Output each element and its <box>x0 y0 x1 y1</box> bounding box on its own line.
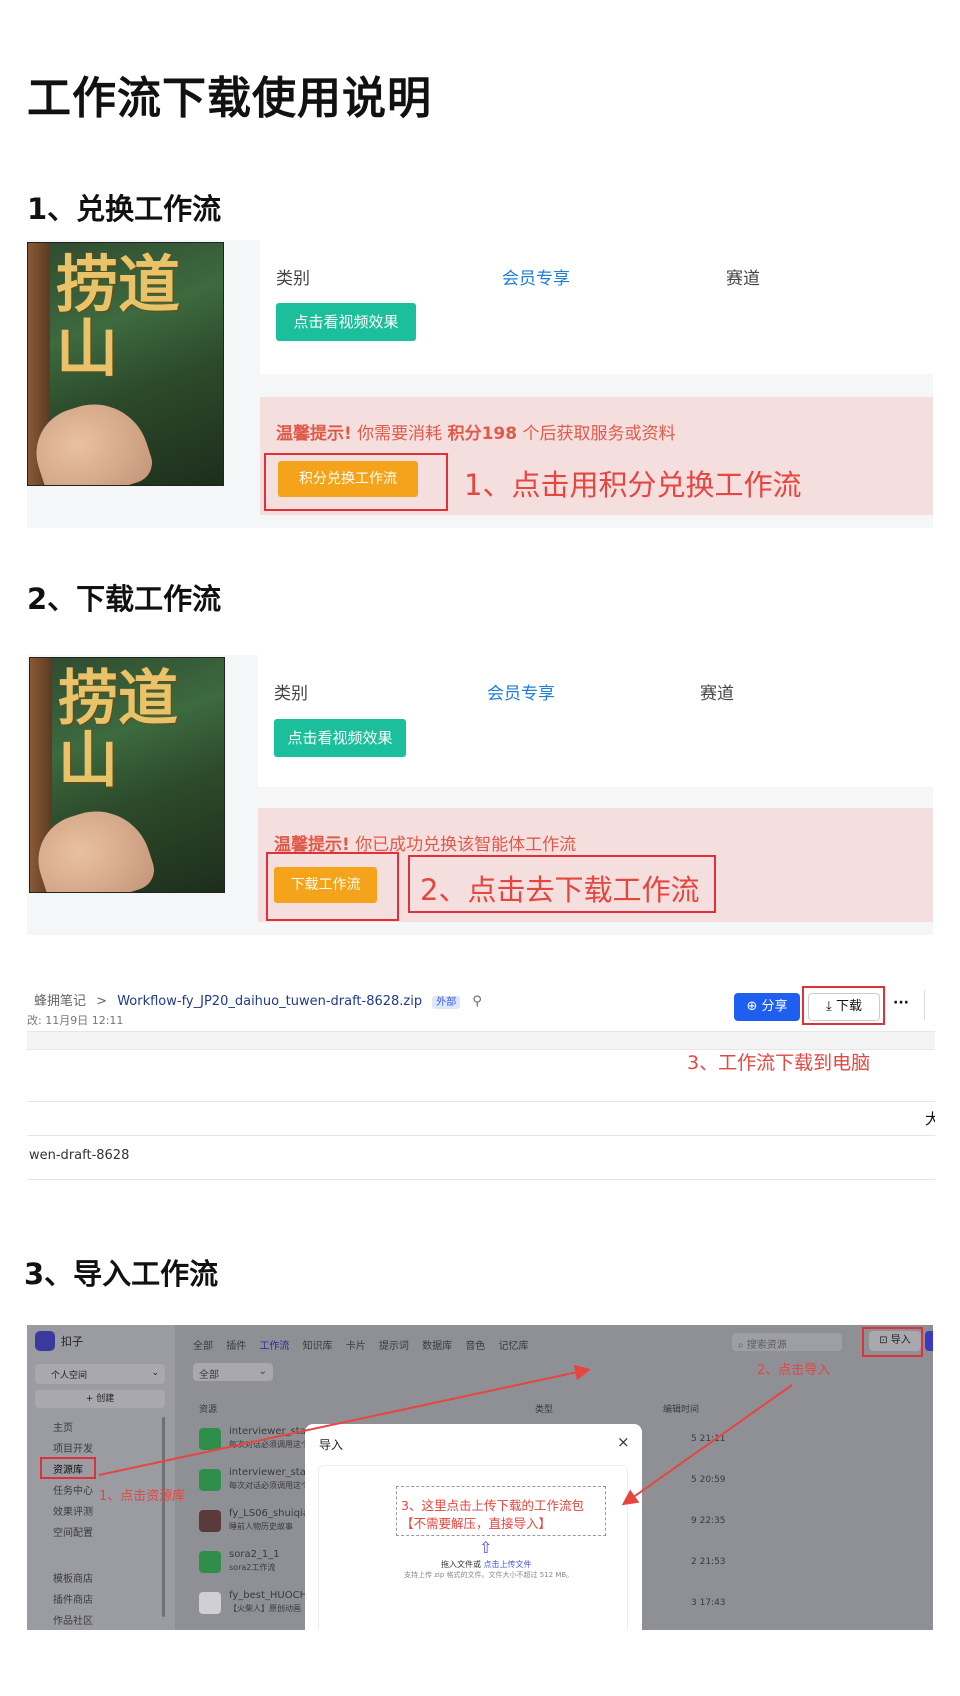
page-title: 工作流下载使用说明 <box>27 73 432 124</box>
highlight-box-download <box>266 852 399 921</box>
file-row-name[interactable]: wen-draft-8628 <box>29 1148 129 1163</box>
breadcrumb-separator: > <box>96 994 108 1009</box>
watch-video-button-2[interactable]: 点击看视频效果 <box>274 719 406 757</box>
section-title-exchange: 1、兑换工作流 <box>27 192 222 226</box>
annotation-exchange: 1、点击用积分兑换工作流 <box>464 468 802 502</box>
annotation-arrows <box>98 1364 793 1506</box>
arrow-library-to-import <box>98 1364 591 1476</box>
tip-text: 温馨提示! 你需要消耗 积分198 个后获取服务或资料 <box>276 424 676 444</box>
breadcrumb: 蜂拥笔记 > Workflow-fy_JP20_daihuo_tuwen-dra… <box>34 990 482 1009</box>
arrow-import-to-upload <box>621 1384 793 1506</box>
product-info-panel: 类别 会员专享 赛道 点击看视频效果 <box>260 240 933 374</box>
book-cover-image: 捞道山 <box>27 242 224 486</box>
watch-video-button[interactable]: 点击看视频效果 <box>276 303 416 341</box>
file-bar-screenshot: 蜂拥笔记 > Workflow-fy_JP20_daihuo_tuwen-dra… <box>27 980 935 1180</box>
file-name: Workflow-fy_JP20_daihuo_tuwen-draft-8628… <box>117 994 423 1009</box>
modified-time: 改: 11月9日 12:11 <box>27 1014 124 1027</box>
coze-app-screenshot: 扣子 个人空间 ⌄ + 创建 主页 项目开发 资源库 任务中心 效果评测 空间配置… <box>27 1325 933 1630</box>
pin-icon[interactable]: ⚲ <box>472 994 482 1009</box>
product-info-panel-2: 类别 会员专享 赛道 点击看视频效果 <box>258 655 933 787</box>
book-cover-image-2: 捞道山 <box>29 657 225 893</box>
section-title-download: 2、下载工作流 <box>27 582 222 616</box>
member-label-2: 会员专享 <box>487 684 555 704</box>
globe-icon: ⊕ <box>746 999 758 1014</box>
exchange-card: 捞道山 类别 会员专享 赛道 点击看视频效果 温馨提示! 你需要消耗 积分198… <box>27 240 933 528</box>
more-menu-icon[interactable]: ··· <box>893 995 909 1011</box>
annotation-download-pc: 3、工作流下载到电脑 <box>687 1052 871 1074</box>
book-title-art: 捞道山 <box>56 248 181 385</box>
highlight-box-exchange <box>264 453 448 511</box>
track-label: 赛道 <box>726 269 760 289</box>
download-card: 捞道山 类别 会员专享 赛道 点击看视频效果 温馨提示! 你已成功兑换该智能体工… <box>27 655 933 935</box>
section-title-import: 3、导入工作流 <box>24 1257 219 1291</box>
member-label: 会员专享 <box>502 269 570 289</box>
annotation-download: 2、点击去下载工作流 <box>420 873 700 907</box>
share-button[interactable]: ⊕ 分享 <box>734 993 800 1021</box>
breadcrumb-root[interactable]: 蜂拥笔记 <box>34 994 86 1009</box>
track-label-2: 赛道 <box>700 684 734 704</box>
category-label-2: 类别 <box>274 684 308 704</box>
book-title-art-2: 捞道山 <box>58 664 178 796</box>
external-badge: 外部 <box>432 996 461 1009</box>
edge-glyph: 大 <box>925 1110 935 1128</box>
highlight-box-download-file <box>802 986 885 1025</box>
category-label: 类别 <box>276 269 310 289</box>
